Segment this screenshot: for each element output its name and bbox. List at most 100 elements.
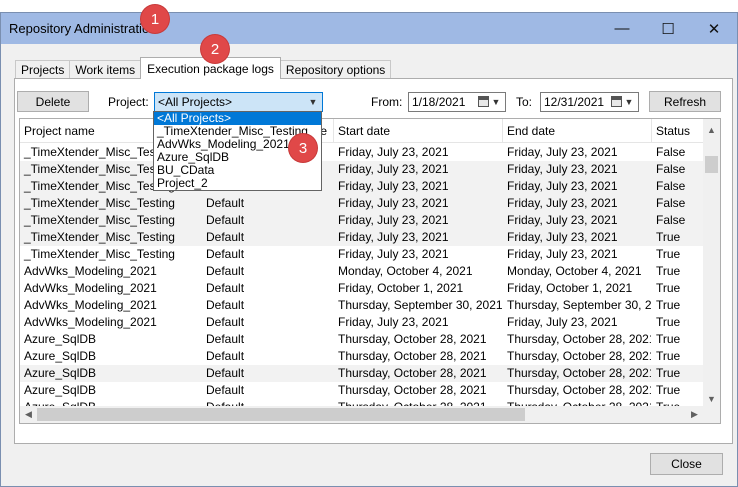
grid-rows: _TimeXtender_Misc_Testing Friday, July 23… (20, 144, 720, 416)
cell-start-date: Friday, July 23, 2021 (338, 179, 449, 193)
window-title: Repository Administration (9, 21, 157, 36)
cell-end-date: Friday, July 23, 2021 (507, 213, 618, 227)
from-label: From: (371, 95, 403, 109)
cell-project-name: Azure_SqlDB (24, 366, 97, 380)
to-date-picker[interactable]: 12/31/2021 ▼ (540, 92, 639, 112)
cell-status: True (656, 383, 681, 397)
cell-project-name: AdvWks_Modeling_2021 (24, 281, 157, 295)
scroll-up-icon[interactable]: ▲ (703, 121, 720, 138)
table-row[interactable]: Azure_SqlDB Default Thursday, October 28, … (20, 331, 720, 348)
table-row[interactable]: _TimeXtender_Misc_Testing Default Friday, … (20, 246, 720, 263)
cell-status: False (656, 145, 686, 159)
cell-start-date: Friday, October 1, 2021 (338, 281, 464, 295)
calendar-icon[interactable] (611, 96, 622, 107)
vertical-scrollbar[interactable]: ▲ ▼ (703, 119, 720, 407)
cell-end-date: Monday, October 4, 2021 (507, 264, 642, 278)
cell-status: True (656, 298, 681, 312)
close-button[interactable]: Close (650, 453, 723, 475)
calendar-icon[interactable] (478, 96, 489, 107)
column-header-start-date[interactable]: Start date (334, 119, 503, 143)
chevron-down-icon[interactable]: ▼ (489, 94, 503, 110)
execution-log-grid[interactable]: Project name e Start date End date Statu… (19, 118, 721, 424)
table-row[interactable]: Azure_SqlDB Default Thursday, October 28, … (20, 365, 720, 382)
tab-strip: Projects Work items Execution package lo… (15, 57, 392, 79)
cell-project-name: _TimeXtender_Misc_Testing (24, 213, 175, 227)
to-date-value: 12/31/2021 (544, 95, 605, 109)
maximize-button[interactable]: ☐ (645, 13, 691, 44)
cell-start-date: Friday, July 23, 2021 (338, 213, 449, 227)
dropdown-option[interactable]: Project_2 (154, 177, 321, 190)
cell-status: True (656, 264, 681, 278)
table-row[interactable]: AdvWks_Modeling_2021 Default Thursday, Sep… (20, 297, 720, 314)
vertical-scroll-thumb[interactable] (705, 156, 718, 173)
step-badge-3: 3 (289, 134, 317, 162)
table-row[interactable]: _TimeXtender_Misc_Testing Default Friday, … (20, 229, 720, 246)
cell-start-date: Thursday, September 30, 2021 (338, 298, 502, 312)
cell-execution-package: Default (206, 196, 245, 210)
table-row[interactable]: _TimeXtender_Misc_Testing Friday, July 23… (20, 161, 720, 178)
table-row[interactable]: _TimeXtender_Misc_Testing Friday, July 23… (20, 144, 720, 161)
cell-end-date: Friday, July 23, 2021 (507, 196, 618, 210)
cell-start-date: Thursday, October 28, 2021 (338, 349, 487, 363)
table-row[interactable]: _TimeXtender_Misc_Testing Friday, July 23… (20, 178, 720, 195)
horizontal-scrollbar[interactable]: ◀ ▶ (20, 406, 720, 423)
project-select[interactable]: <All Projects> ▼ (154, 92, 323, 112)
cell-status: True (656, 366, 681, 380)
minimize-button[interactable]: — (599, 13, 645, 44)
cell-project-name: Azure_SqlDB (24, 332, 97, 346)
table-row[interactable]: Azure_SqlDB Default Thursday, October 28, … (20, 348, 720, 365)
cell-status: False (656, 179, 686, 193)
table-row[interactable]: AdvWks_Modeling_2021 Default Friday, July … (20, 314, 720, 331)
cell-start-date: Thursday, October 28, 2021 (338, 332, 487, 346)
cell-execution-package: Default (206, 349, 245, 363)
cell-status: True (656, 349, 681, 363)
to-label: To: (516, 95, 533, 109)
cell-start-date: Friday, July 23, 2021 (338, 162, 449, 176)
cell-end-date: Friday, July 23, 2021 (507, 230, 618, 244)
cell-execution-package: Default (206, 332, 245, 346)
horizontal-scroll-thumb[interactable] (37, 408, 525, 421)
table-row[interactable]: AdvWks_Modeling_2021 Default Monday, Octob… (20, 263, 720, 280)
from-date-picker[interactable]: 1/18/2021 ▼ (408, 92, 506, 112)
cell-status: False (656, 213, 686, 227)
table-row[interactable]: _TimeXtender_Misc_Testing Default Friday, … (20, 195, 720, 212)
tab-projects[interactable]: Projects (15, 60, 71, 79)
cell-status: True (656, 332, 681, 346)
column-header-end-date[interactable]: End date (503, 119, 652, 143)
cell-start-date: Friday, July 23, 2021 (338, 196, 449, 210)
close-window-button[interactable]: ✕ (691, 13, 737, 44)
scroll-left-icon[interactable]: ◀ (20, 406, 37, 423)
grid-header: Project name e Start date End date Statu… (20, 119, 720, 143)
scroll-right-icon[interactable]: ▶ (686, 406, 703, 423)
cell-execution-package: Default (206, 383, 245, 397)
cell-start-date: Thursday, October 28, 2021 (338, 366, 487, 380)
title-bar: Repository Administration — ☐ ✕ (1, 13, 737, 44)
cell-end-date: Friday, July 23, 2021 (507, 162, 618, 176)
tab-repository-options[interactable]: Repository options (279, 60, 392, 79)
cell-execution-package: Default (206, 298, 245, 312)
refresh-button[interactable]: Refresh (649, 91, 721, 112)
cell-project-name: Azure_SqlDB (24, 349, 97, 363)
cell-project-name: _TimeXtender_Misc_Testing (24, 247, 175, 261)
cell-project-name: _TimeXtender_Misc_Testing (24, 196, 175, 210)
chevron-down-icon[interactable]: ▼ (306, 94, 320, 110)
column-header-status[interactable]: Status (652, 119, 707, 143)
tab-work-items[interactable]: Work items (69, 60, 142, 79)
cell-end-date: Friday, October 1, 2021 (507, 281, 633, 295)
step-badge-2: 2 (201, 35, 229, 63)
cell-execution-package: Default (206, 247, 245, 261)
cell-execution-package: Default (206, 213, 245, 227)
cell-end-date: Thursday, October 28, 2021 (507, 332, 651, 346)
table-row[interactable]: AdvWks_Modeling_2021 Default Friday, Octob… (20, 280, 720, 297)
cell-status: True (656, 230, 681, 244)
cell-end-date: Thursday, September 30, 2021 (507, 298, 651, 312)
cell-end-date: Thursday, October 28, 2021 (507, 383, 651, 397)
cell-start-date: Friday, July 23, 2021 (338, 230, 449, 244)
table-row[interactable]: Azure_SqlDB Default Thursday, October 28, … (20, 382, 720, 399)
cell-project-name: AdvWks_Modeling_2021 (24, 298, 157, 312)
cell-execution-package: Default (206, 230, 245, 244)
table-row[interactable]: _TimeXtender_Misc_Testing Default Friday, … (20, 212, 720, 229)
delete-button[interactable]: Delete (17, 91, 89, 112)
scroll-down-icon[interactable]: ▼ (703, 390, 720, 407)
chevron-down-icon[interactable]: ▼ (622, 94, 636, 110)
